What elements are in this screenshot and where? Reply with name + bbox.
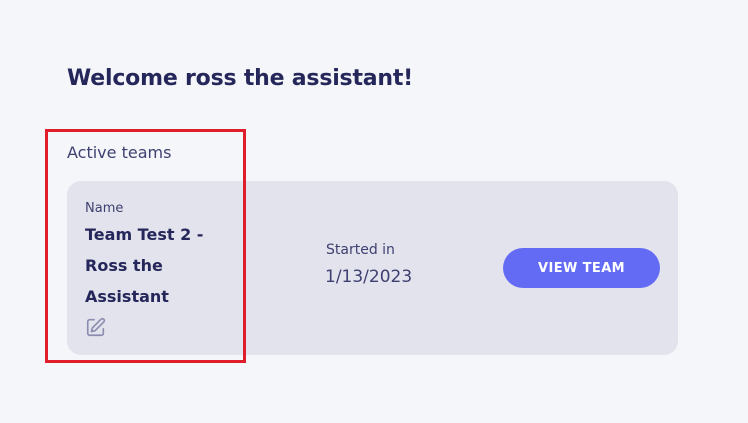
team-name: Team Test 2 - Ross the Assistant [85, 225, 204, 306]
started-label: Started in [326, 242, 395, 258]
active-teams-title: Active teams [67, 143, 172, 162]
view-team-button[interactable]: VIEW TEAM [503, 248, 660, 288]
welcome-heading: Welcome ross the assistant! [67, 66, 414, 91]
edit-icon[interactable] [85, 316, 107, 338]
started-date: 1/13/2023 [325, 267, 413, 287]
team-card: Name Team Test 2 - Ross the Assistant St… [67, 181, 678, 355]
team-name-label: Name [85, 201, 124, 216]
